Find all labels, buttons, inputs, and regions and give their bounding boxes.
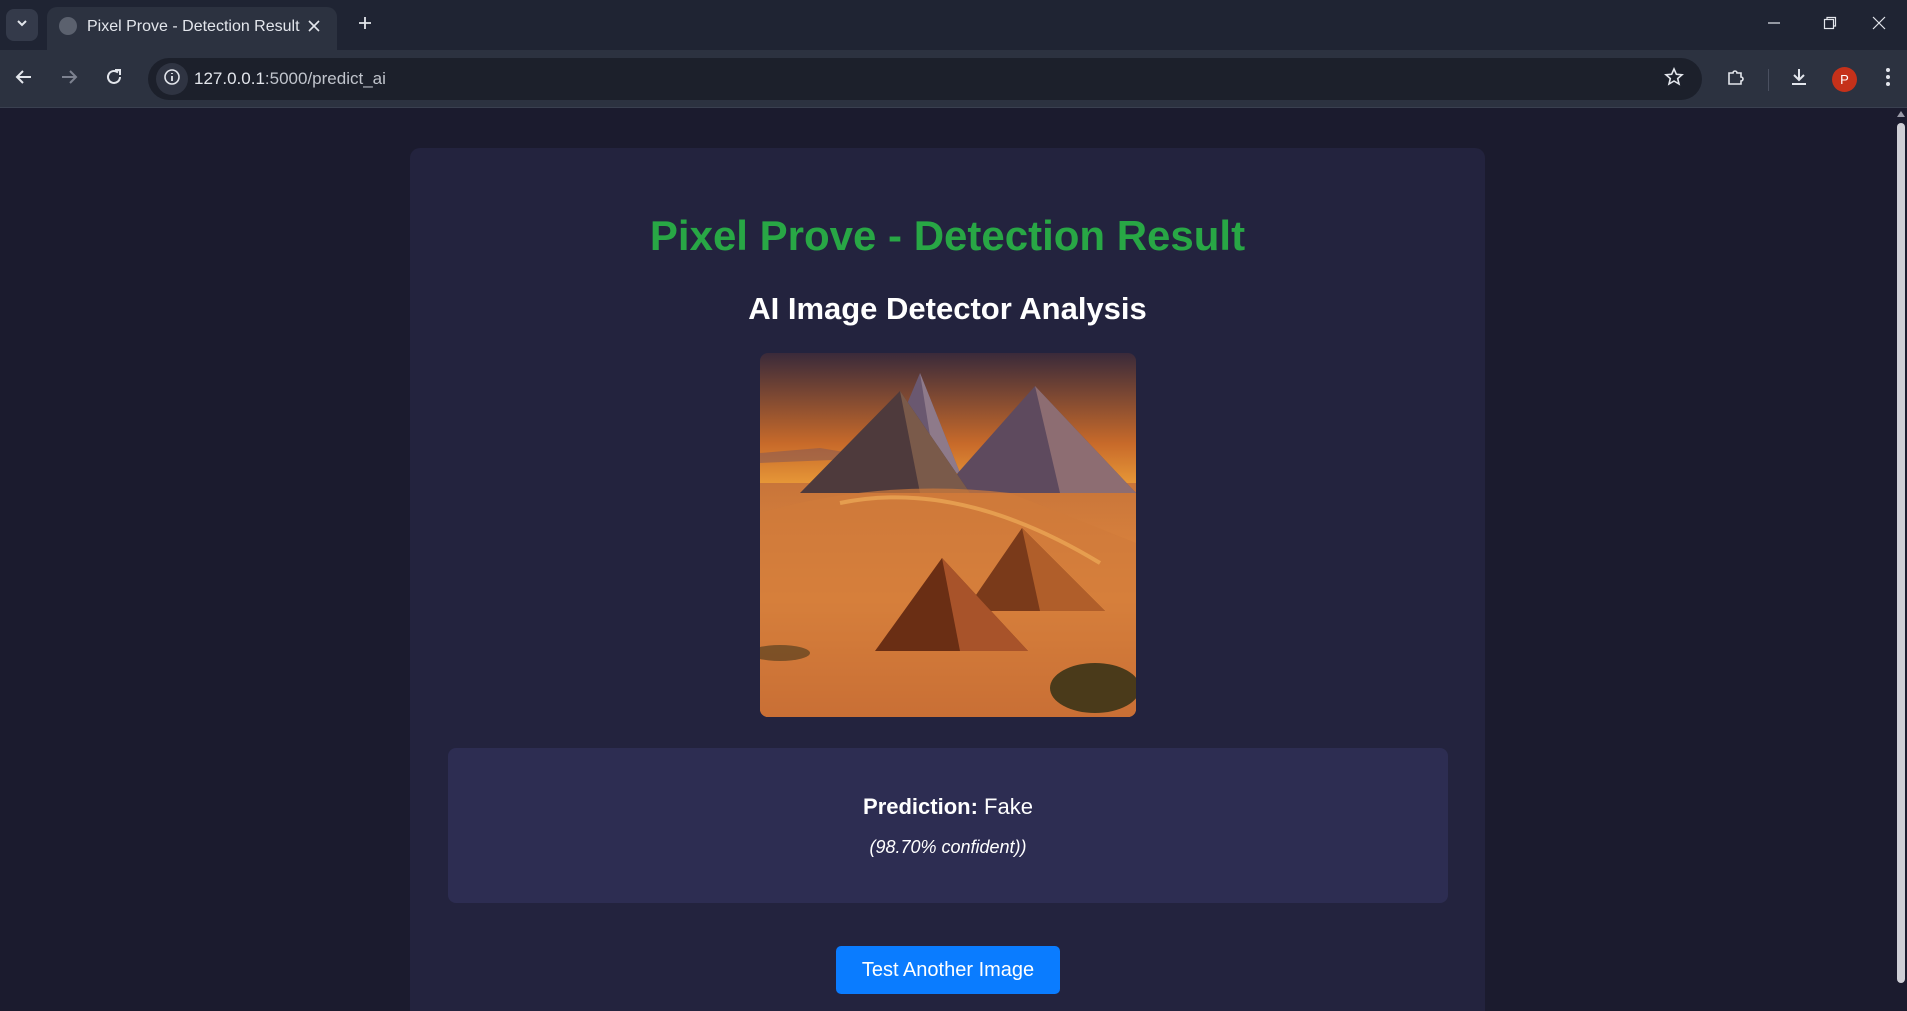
test-another-image-button[interactable]: Test Another Image bbox=[836, 946, 1060, 994]
prediction-line: Prediction: Fake bbox=[448, 794, 1448, 820]
page-subtitle: AI Image Detector Analysis bbox=[748, 291, 1147, 326]
back-button[interactable] bbox=[7, 62, 41, 96]
close-tab-icon[interactable] bbox=[301, 13, 327, 39]
minimize-button[interactable] bbox=[1746, 0, 1802, 50]
prediction-panel: Prediction: Fake (98.70% confident)) bbox=[448, 748, 1448, 903]
confidence-text: (98.70% confident)) bbox=[869, 837, 1027, 857]
site-info-icon bbox=[163, 68, 181, 91]
restore-icon bbox=[1823, 16, 1837, 35]
menu-icon bbox=[1885, 67, 1891, 92]
downloads-button[interactable] bbox=[1782, 62, 1816, 96]
close-window-icon bbox=[1872, 16, 1886, 35]
page-viewport: Pixel Prove - Detection Result AI Image … bbox=[0, 109, 1907, 1011]
forward-icon bbox=[60, 68, 78, 91]
url-host: 127.0.0.1 bbox=[194, 69, 265, 88]
download-icon bbox=[1789, 67, 1809, 92]
page-title: Pixel Prove - Detection Result bbox=[649, 212, 1246, 259]
url-path: :5000/predict_ai bbox=[264, 69, 386, 88]
extensions-icon bbox=[1726, 67, 1746, 92]
uploaded-image bbox=[760, 353, 1136, 717]
scroll-thumb[interactable] bbox=[1897, 123, 1905, 983]
close-window-button[interactable] bbox=[1851, 0, 1907, 50]
new-tab-button[interactable] bbox=[349, 9, 381, 41]
tab-title: Pixel Prove - Detection Result bbox=[87, 18, 300, 35]
url-text[interactable]: 127.0.0.1:5000/predict_ai bbox=[194, 69, 386, 89]
page-scrollbar[interactable] bbox=[1895, 109, 1907, 1011]
plus-icon bbox=[357, 15, 373, 36]
reload-icon bbox=[105, 68, 123, 91]
active-tab[interactable]: Pixel Prove - Detection Result bbox=[47, 7, 337, 50]
address-bar[interactable]: 127.0.0.1:5000/predict_ai bbox=[148, 58, 1702, 100]
reload-button[interactable] bbox=[97, 62, 131, 96]
bookmark-star-icon bbox=[1664, 66, 1684, 92]
restore-button[interactable] bbox=[1802, 0, 1858, 50]
browser-toolbar: 127.0.0.1:5000/predict_ai P bbox=[0, 50, 1907, 108]
scroll-up-arrow[interactable] bbox=[1897, 111, 1905, 117]
tab-list-button[interactable] bbox=[6, 9, 38, 41]
chevron-down-icon bbox=[15, 16, 29, 35]
tab-strip: Pixel Prove - Detection Result bbox=[0, 0, 1907, 50]
prediction-value: Fake bbox=[984, 794, 1033, 819]
toolbar-separator bbox=[1768, 69, 1769, 91]
profile-avatar[interactable]: P bbox=[1832, 67, 1857, 92]
back-icon bbox=[15, 68, 33, 91]
browser-menu-button[interactable] bbox=[1871, 62, 1905, 96]
site-info-button[interactable] bbox=[156, 63, 188, 95]
bookmark-button[interactable] bbox=[1658, 63, 1690, 95]
prediction-label: Prediction: bbox=[863, 794, 978, 819]
result-card: Pixel Prove - Detection Result AI Image … bbox=[410, 148, 1485, 1011]
globe-favicon-icon bbox=[59, 17, 77, 35]
minimize-icon bbox=[1767, 16, 1781, 35]
forward-button[interactable] bbox=[52, 62, 86, 96]
extensions-button[interactable] bbox=[1719, 62, 1753, 96]
